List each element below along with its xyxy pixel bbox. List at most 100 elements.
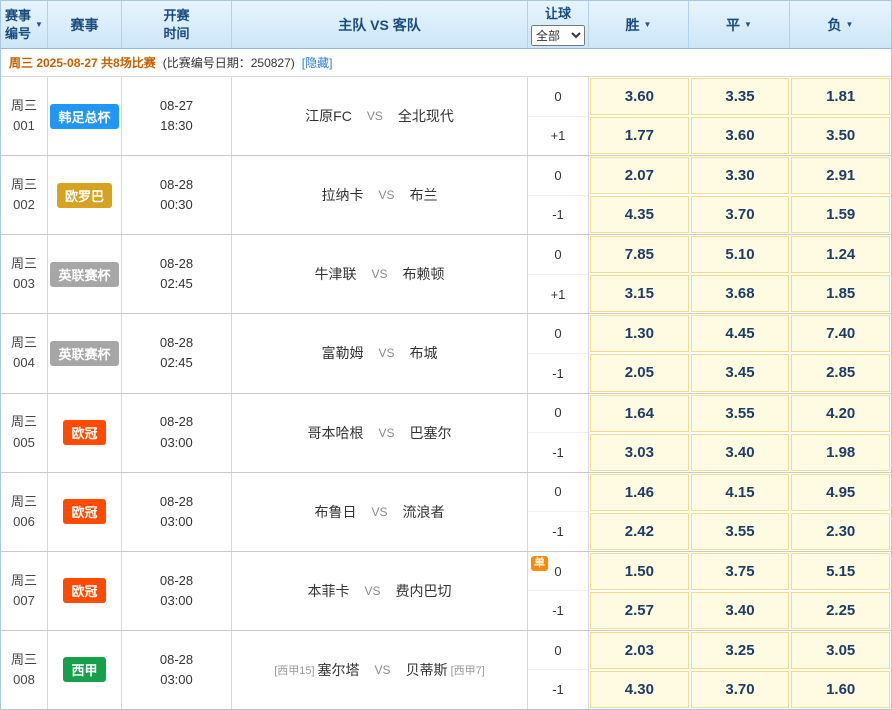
odds-draw-button[interactable]: 4.45 bbox=[691, 315, 790, 352]
league-badge: 欧冠 bbox=[63, 420, 105, 445]
odds-draw-button[interactable]: 3.40 bbox=[691, 434, 790, 471]
match-number: 006 bbox=[13, 512, 35, 532]
odds-lose-button[interactable]: 7.40 bbox=[791, 315, 890, 352]
odds-win-button[interactable]: 2.03 bbox=[590, 632, 689, 669]
match-date: 08-28 bbox=[160, 254, 193, 274]
odds-draw-button[interactable]: 3.70 bbox=[691, 196, 790, 233]
odds-lose-button[interactable]: 2.91 bbox=[791, 157, 890, 194]
odds-draw-button[interactable]: 5.10 bbox=[691, 236, 790, 273]
odds-draw-button[interactable]: 3.60 bbox=[691, 117, 790, 154]
odds-lose-button[interactable]: 1.59 bbox=[791, 196, 890, 233]
handicap-line-2: +1 bbox=[528, 275, 588, 314]
teams-cell: 布鲁日 VS 流浪者 bbox=[232, 473, 528, 551]
handicap-line-1: 0 bbox=[528, 156, 588, 196]
match-time: 03:00 bbox=[160, 433, 193, 453]
odds-lose-button[interactable]: 1.60 bbox=[791, 671, 890, 708]
odds-win-button[interactable]: 3.03 bbox=[590, 434, 689, 471]
match-row: 周三 008 西甲 08-28 03:00 [西甲15] 塞尔塔 VS 贝蒂斯 … bbox=[1, 631, 891, 709]
hide-link[interactable]: [隐藏] bbox=[302, 54, 333, 71]
league-cell: 英联赛杯 bbox=[48, 314, 122, 392]
odds-draw-button[interactable]: 4.15 bbox=[691, 474, 790, 511]
league-badge: 欧冠 bbox=[63, 578, 105, 603]
odds-win-button[interactable]: 7.85 bbox=[590, 236, 689, 273]
odds-win-button[interactable]: 4.30 bbox=[590, 671, 689, 708]
odds-win-button[interactable]: 4.35 bbox=[590, 196, 689, 233]
odds-draw-button[interactable]: 3.30 bbox=[691, 157, 790, 194]
match-count-text: 周三 2025-08-27 共8场比赛 bbox=[9, 54, 156, 71]
league-cell: 欧冠 bbox=[48, 394, 122, 472]
match-time: 03:00 bbox=[160, 591, 193, 611]
odds-lose-button[interactable]: 4.95 bbox=[791, 474, 890, 511]
odds-win-button[interactable]: 1.64 bbox=[590, 395, 689, 432]
away-team: 流浪者 bbox=[403, 502, 445, 522]
odds-draw-button[interactable]: 3.40 bbox=[691, 592, 790, 629]
odds-draw-button[interactable]: 3.35 bbox=[691, 78, 790, 115]
odds-draw-button[interactable]: 3.75 bbox=[691, 553, 790, 590]
match-day: 周三 bbox=[11, 650, 37, 670]
sort-arrow-icon[interactable]: ▼ bbox=[35, 20, 43, 29]
match-time: 02:45 bbox=[160, 353, 193, 373]
vs-label: VS bbox=[371, 505, 387, 519]
odds-lose-button[interactable]: 5.15 bbox=[791, 553, 890, 590]
header-win[interactable]: 胜 ▼ bbox=[589, 1, 689, 48]
match-day: 周三 bbox=[11, 412, 37, 432]
header-match-id[interactable]: 赛事 编号 ▼ bbox=[1, 1, 48, 48]
odds-lose-button[interactable]: 2.30 bbox=[791, 513, 890, 550]
odds-lose-button[interactable]: 1.85 bbox=[791, 275, 890, 312]
match-day: 周三 bbox=[11, 492, 37, 512]
odds-win-button[interactable]: 1.50 bbox=[590, 553, 689, 590]
home-team: 哥本哈根 bbox=[307, 423, 363, 443]
match-table-body: 周三 001 韩足总杯 08-27 18:30 江原FC VS 全北现代 0 +… bbox=[1, 77, 891, 709]
match-row: 周三 003 英联赛杯 08-28 02:45 牛津联 VS 布赖顿 0 +1 bbox=[1, 235, 891, 314]
odds-win-button[interactable]: 1.46 bbox=[590, 474, 689, 511]
odds-win-button[interactable]: 2.05 bbox=[590, 354, 689, 391]
league-badge: 英联赛杯 bbox=[50, 341, 118, 366]
odds-draw-button[interactable]: 3.25 bbox=[691, 632, 790, 669]
vs-label: VS bbox=[364, 584, 380, 598]
match-time: 00:30 bbox=[160, 195, 193, 215]
odds-line-1: 1.64 3.55 4.20 bbox=[589, 394, 891, 433]
odds-win-button[interactable]: 2.57 bbox=[590, 592, 689, 629]
odds-win-button[interactable]: 2.42 bbox=[590, 513, 689, 550]
league-badge: 欧冠 bbox=[63, 499, 105, 524]
odds-draw-button[interactable]: 3.45 bbox=[691, 354, 790, 391]
odds-lose-button[interactable]: 3.50 bbox=[791, 117, 890, 154]
odds-lose-button[interactable]: 1.81 bbox=[791, 78, 890, 115]
handicap-value: 0 bbox=[554, 326, 561, 341]
odds-lose-button[interactable]: 1.24 bbox=[791, 236, 890, 273]
odds-win-button[interactable]: 1.77 bbox=[590, 117, 689, 154]
start-time-cell: 08-28 02:45 bbox=[122, 314, 232, 392]
sort-arrow-icon[interactable]: ▼ bbox=[744, 20, 752, 29]
handicap-filter-select[interactable]: 全部 bbox=[531, 25, 585, 46]
odds-cell: 1.50 3.75 5.15 2.57 3.40 2.25 bbox=[589, 552, 891, 630]
odds-lose-button[interactable]: 4.20 bbox=[791, 395, 890, 432]
odds-draw-button[interactable]: 3.55 bbox=[691, 395, 790, 432]
sort-arrow-icon[interactable]: ▼ bbox=[846, 20, 854, 29]
league-cell: 英联赛杯 bbox=[48, 235, 122, 313]
header-handicap: 让球 全部 bbox=[528, 1, 589, 48]
handicap-value: -1 bbox=[552, 524, 564, 539]
odds-lose-button[interactable]: 3.05 bbox=[791, 632, 890, 669]
odds-win-button[interactable]: 1.30 bbox=[590, 315, 689, 352]
handicap-value: +1 bbox=[551, 287, 566, 302]
table-header: 赛事 编号 ▼ 赛事 开赛 时间 主队 VS 客队 让球 全部 胜 ▼ bbox=[1, 1, 891, 49]
odds-draw-button[interactable]: 3.68 bbox=[691, 275, 790, 312]
odds-lose-button[interactable]: 2.25 bbox=[791, 592, 890, 629]
odds-lose-button[interactable]: 1.98 bbox=[791, 434, 890, 471]
start-time-cell: 08-28 03:00 bbox=[122, 394, 232, 472]
odds-lose-button[interactable]: 2.85 bbox=[791, 354, 890, 391]
vs-label: VS bbox=[367, 109, 383, 123]
odds-draw-button[interactable]: 3.55 bbox=[691, 513, 790, 550]
teams-cell: 富勒姆 VS 布城 bbox=[232, 314, 528, 392]
odds-win-button[interactable]: 3.15 bbox=[590, 275, 689, 312]
handicap-value: -1 bbox=[552, 445, 564, 460]
odds-line-1: 1.46 4.15 4.95 bbox=[589, 473, 891, 512]
sort-arrow-icon[interactable]: ▼ bbox=[644, 20, 652, 29]
odds-draw-button[interactable]: 3.70 bbox=[691, 671, 790, 708]
odds-win-button[interactable]: 2.07 bbox=[590, 157, 689, 194]
header-draw[interactable]: 平 ▼ bbox=[689, 1, 790, 48]
odds-line-1: 3.60 3.35 1.81 bbox=[589, 77, 891, 116]
header-lose[interactable]: 负 ▼ bbox=[790, 1, 891, 48]
odds-win-button[interactable]: 3.60 bbox=[590, 78, 689, 115]
match-id-cell: 周三 008 bbox=[1, 631, 48, 709]
